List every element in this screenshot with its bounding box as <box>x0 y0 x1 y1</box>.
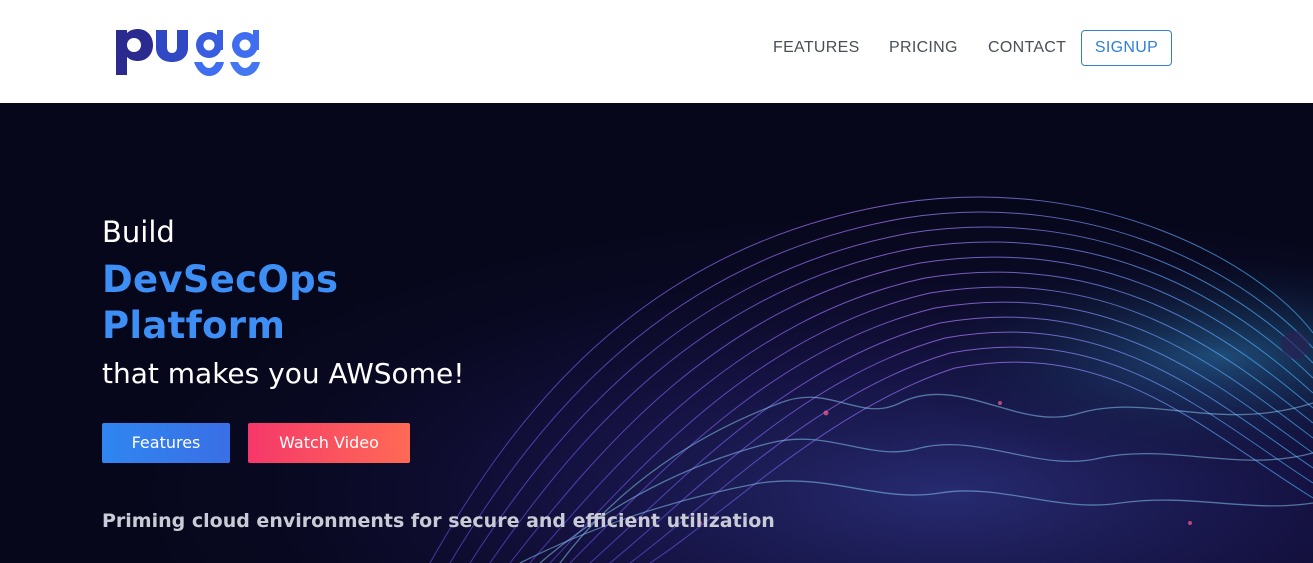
hero-section: Build DevSecOps Platform that makes you … <box>0 103 1313 563</box>
hero-heading-build: Build <box>102 215 175 249</box>
nav-contact-link[interactable]: CONTACT <box>988 30 1066 66</box>
hero-heading-accent-1: DevSecOps <box>102 258 339 301</box>
hero-heading-accent-2: Platform <box>102 304 286 347</box>
hero-subtitle: Priming cloud environments for secure an… <box>102 510 775 532</box>
signup-button[interactable]: SIGNUP <box>1081 30 1172 66</box>
nav-pricing-link[interactable]: PRICING <box>889 30 958 66</box>
features-button[interactable]: Features <box>102 423 230 463</box>
hero-tagline: that makes you AWSome! <box>102 357 465 390</box>
top-navbar: FEATURES PRICING CONTACT SIGNUP <box>0 0 1313 103</box>
watch-video-button[interactable]: Watch Video <box>248 423 410 463</box>
nav-menu: FEATURES PRICING CONTACT SIGNUP <box>0 30 1313 66</box>
nav-features-link[interactable]: FEATURES <box>773 30 860 66</box>
